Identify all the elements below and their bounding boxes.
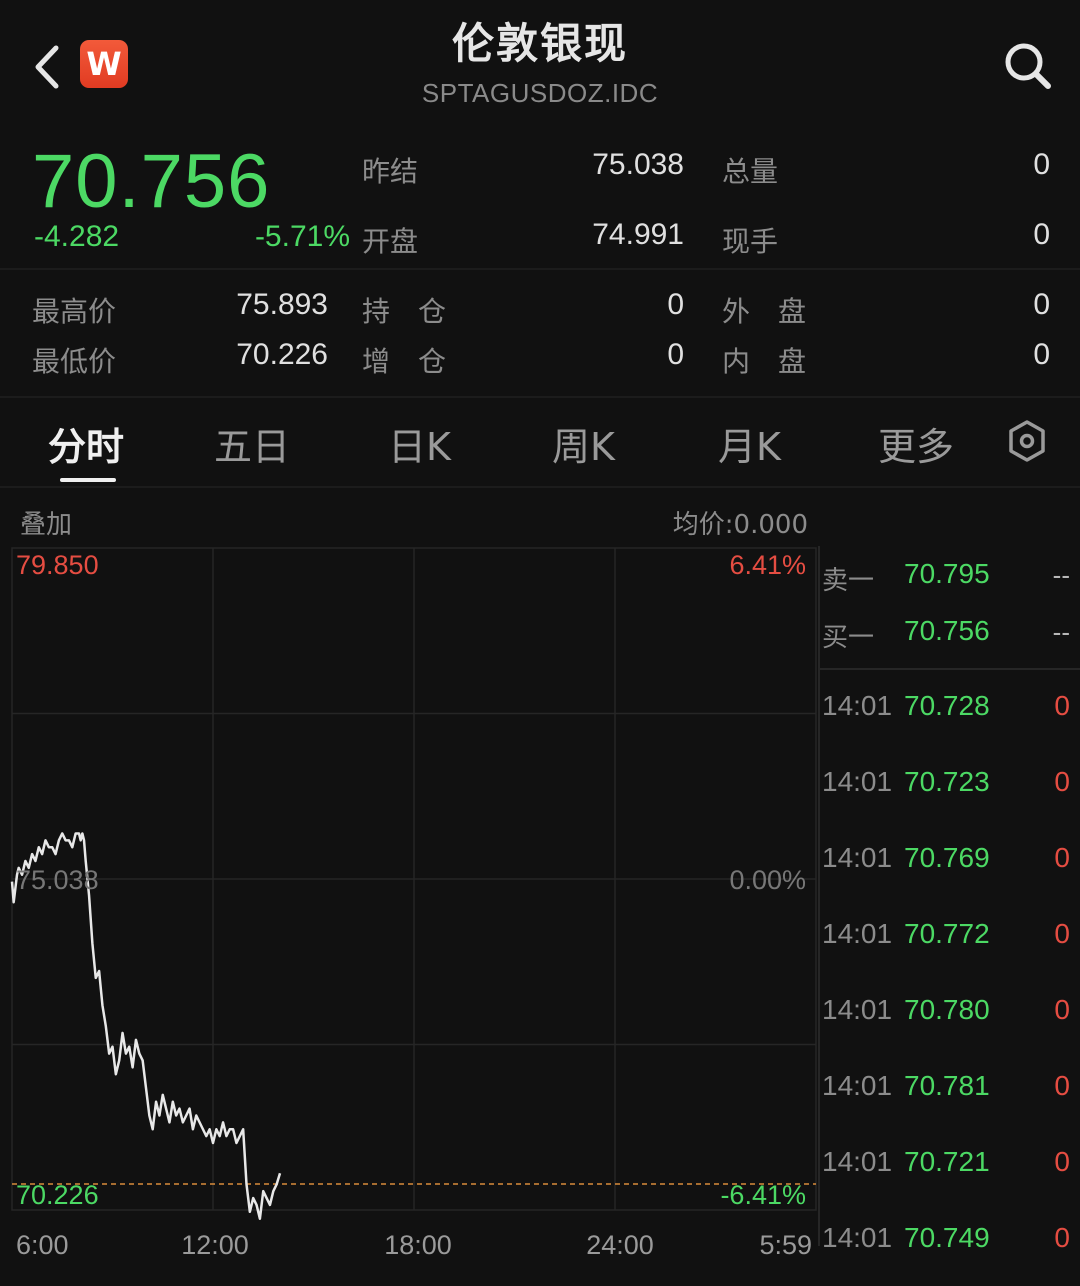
chart-tabs: 分时 五日 日K 周K 月K 更多 (0, 398, 1080, 488)
bid-price: 70.756 (904, 615, 990, 646)
tab-weekly-k[interactable]: 周K (552, 416, 615, 471)
stat-label-current-hand: 现手 (722, 225, 779, 258)
tab-monthly-k[interactable]: 月K (718, 416, 781, 471)
trade-time: 14:01 (822, 918, 893, 949)
trade-time: 14:01 (822, 1222, 893, 1253)
ask-price: 70.795 (904, 558, 990, 589)
trade-price: 70.780 (904, 994, 990, 1025)
trade-volume: 0 (1054, 918, 1070, 949)
chart-grid (11, 547, 817, 1211)
page-title: 伦敦银现 (451, 19, 628, 68)
order-book-panel: 卖一 70.795 -- 买一 70.756 -- 14:01 70.728 0 14:01 70.… (818, 546, 1080, 1286)
trade-time: 14:01 (822, 1070, 893, 1101)
stat-value-low: 70.226 (236, 338, 328, 371)
trade-time: 14:01 (822, 690, 893, 721)
pct-tick-label-bottom: -6.41% (720, 1180, 806, 1210)
stat-label-high: 最高价 (32, 295, 117, 328)
search-icon (1005, 43, 1051, 89)
ask-volume: -- (1052, 560, 1070, 590)
trade-price: 70.728 (904, 690, 990, 721)
stat-label-oi-change: 增 仓 (362, 345, 447, 378)
ask-label: 卖一 (822, 566, 875, 596)
x-tick-label: 6:00 (16, 1230, 69, 1260)
tab-five-day[interactable]: 五日 (214, 416, 290, 471)
trade-price: 70.781 (904, 1070, 990, 1101)
trade-time: 14:01 (822, 1146, 893, 1177)
trade-volume: 0 (1054, 994, 1070, 1025)
stat-label-outer-volume: 外 盘 (722, 295, 807, 328)
stat-label-prev-settle: 昨结 (362, 155, 419, 188)
stat-label-open: 开盘 (362, 225, 419, 258)
stat-label-inner-volume: 内 盘 (722, 345, 807, 378)
trade-price: 70.769 (904, 842, 990, 873)
trade-volume: 0 (1054, 1222, 1070, 1253)
stat-value-open: 74.991 (592, 218, 684, 251)
tab-more[interactable]: 更多 (878, 416, 954, 471)
x-tick-label: 5:59 (759, 1230, 812, 1260)
trade-volume: 0 (1054, 1146, 1070, 1177)
avg-price-label: 均价:0.000 (672, 510, 808, 540)
quote-panel: 70.756 -4.282 -5.71% 昨结 75.038 总量 0 开盘 7… (0, 126, 1080, 396)
pct-tick-label-mid: 0.00% (729, 865, 806, 895)
stat-value-outer-volume: 0 (1033, 288, 1050, 321)
pct-tick-label-top: 6.41% (729, 550, 806, 580)
divider (0, 486, 1080, 488)
trade-volume: 0 (1054, 842, 1070, 873)
intraday-chart[interactable]: 79.850 75.038 70.226 6.41% 0.00% -6.41% 6:00 12… (0, 540, 818, 1280)
stat-label-total-volume: 总量 (722, 155, 779, 188)
stat-value-open-interest: 0 (667, 288, 684, 321)
last-price: 70.756 (32, 139, 271, 224)
stat-value-total-volume: 0 (1033, 148, 1050, 181)
price-change-pct: -5.71% (254, 220, 350, 253)
bid-volume: -- (1052, 617, 1070, 647)
quote-screen: W 伦敦银现 SPTAGUSDOZ.IDC 70.756 -4.282 -5.7… (0, 0, 1080, 1286)
y-tick-label-top: 79.850 (16, 550, 99, 580)
trade-time: 14:01 (822, 994, 893, 1025)
price-change: -4.282 (34, 220, 120, 253)
trade-price: 70.772 (904, 918, 990, 949)
tab-intraday[interactable]: 分时 (48, 416, 124, 471)
trade-volume: 0 (1054, 1070, 1070, 1101)
header: W 伦敦银现 SPTAGUSDOZ.IDC (0, 0, 1080, 126)
overlay-button[interactable]: 叠加 (20, 504, 72, 541)
chart-settings-button[interactable] (1006, 418, 1048, 464)
trade-volume: 0 (1054, 690, 1070, 721)
active-tab-indicator (60, 478, 116, 482)
stat-value-oi-change: 0 (667, 338, 684, 371)
trade-price: 70.749 (904, 1222, 990, 1253)
stat-label-low: 最低价 (32, 345, 117, 378)
trade-time: 14:01 (822, 842, 893, 873)
stat-value-high: 75.893 (236, 288, 328, 321)
trade-price: 70.723 (904, 766, 990, 797)
hexagon-settings-icon (1009, 420, 1045, 462)
panel-border (818, 546, 820, 1246)
x-tick-label: 24:00 (586, 1230, 654, 1260)
bid-label: 买一 (822, 623, 875, 653)
x-tick-label: 12:00 (181, 1230, 249, 1260)
x-tick-label: 18:00 (384, 1230, 452, 1260)
order-book-divider (818, 668, 1080, 670)
trade-volume: 0 (1054, 766, 1070, 797)
trade-price: 70.721 (904, 1146, 990, 1177)
stat-value-prev-settle: 75.038 (592, 148, 684, 181)
y-tick-label-mid: 75.038 (16, 865, 99, 895)
symbol-code: SPTAGUSDOZ.IDC (421, 78, 659, 108)
stat-label-open-interest: 持 仓 (362, 295, 447, 328)
trade-time: 14:01 (822, 766, 893, 797)
stat-value-inner-volume: 0 (1033, 338, 1050, 371)
divider (0, 268, 1080, 270)
tab-daily-k[interactable]: 日K (388, 416, 451, 471)
stat-value-current-hand: 0 (1033, 218, 1050, 251)
search-button[interactable] (1002, 40, 1054, 92)
y-tick-label-bottom: 70.226 (16, 1180, 99, 1210)
